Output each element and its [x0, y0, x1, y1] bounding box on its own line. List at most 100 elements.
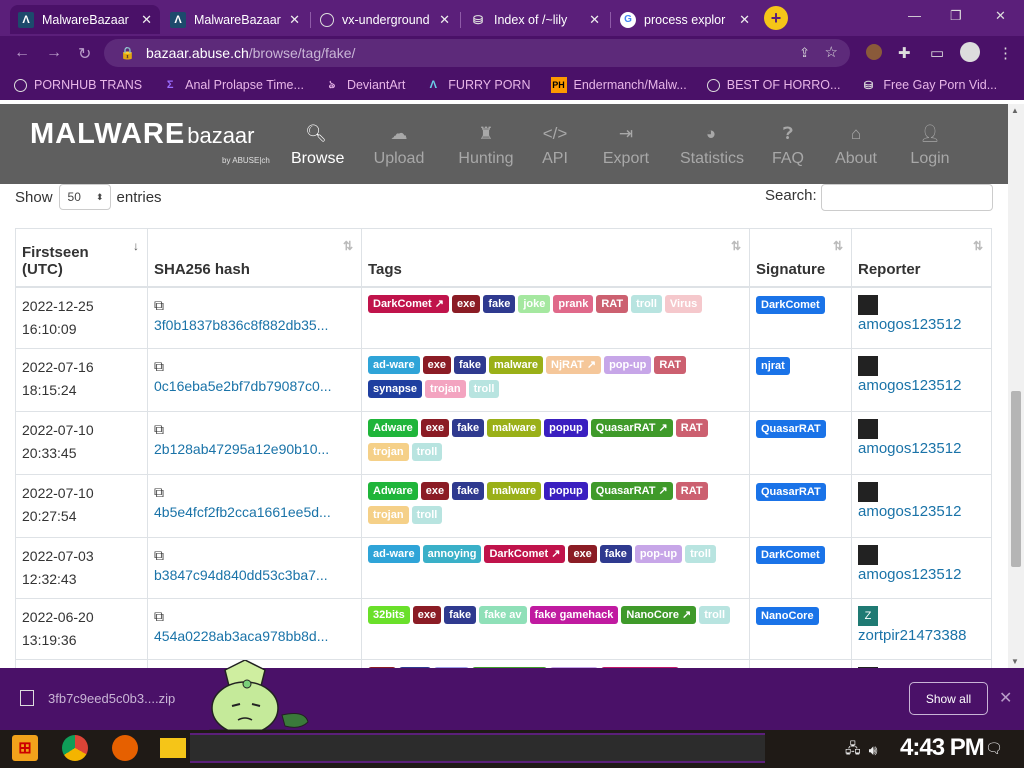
tag-badge[interactable]: RAT — [596, 294, 629, 313]
tag-badge[interactable]: DarkComet ↗ — [484, 544, 566, 563]
account-icon[interactable] — [960, 42, 980, 62]
tag-badge[interactable]: fake — [452, 418, 485, 437]
hash-link[interactable]: 4b5e4fcf2fb2cca1661ee5d... — [154, 502, 355, 522]
nav-browse[interactable]: 🔍︎ Browse — [291, 124, 344, 168]
close-icon[interactable]: ✕ — [589, 12, 600, 28]
star-icon[interactable]: ☆ — [825, 43, 838, 61]
tag-badge[interactable]: fake gamehack — [529, 605, 619, 624]
file-explorer-icon[interactable] — [160, 738, 186, 758]
taskbar-clock[interactable]: 4:43 PM — [900, 734, 985, 762]
reporter-link[interactable]: amogos123512 — [858, 439, 961, 456]
page-size-select[interactable]: 50 ⬍ — [58, 184, 111, 210]
close-icon[interactable]: ✕ — [739, 12, 750, 28]
tag-badge[interactable]: trojan — [368, 442, 409, 461]
avatar[interactable] — [858, 544, 878, 565]
chrome-icon[interactable] — [62, 735, 88, 761]
browser-tab-2[interactable]: vx-underground ✕ — [312, 5, 458, 34]
nav-about[interactable]: ⌂ About — [834, 124, 878, 168]
signature-badge[interactable]: DarkComet — [756, 295, 825, 314]
tag-badge[interactable]: fake — [599, 544, 632, 563]
tag-badge[interactable]: exe — [568, 544, 597, 563]
close-icon[interactable]: ✕ — [999, 688, 1012, 708]
column-header-reporter[interactable]: Reporter ⇅ — [851, 228, 992, 288]
avatar[interactable] — [858, 481, 878, 502]
signature-badge[interactable]: QuasarRAT — [756, 419, 826, 438]
start-button[interactable]: ⊞ — [12, 735, 38, 761]
copy-icon[interactable]: ⧉ — [154, 356, 355, 376]
copy-icon[interactable]: ⧉ — [154, 419, 355, 439]
avatar[interactable]: Z — [858, 605, 878, 626]
browser-tab-3[interactable]: ⛁ Index of /~lily ✕ — [462, 5, 608, 34]
tag-badge[interactable]: ad-ware — [368, 544, 420, 563]
browser-tab-0[interactable]: Λ MalwareBazaar ✕ — [10, 5, 160, 34]
tag-badge[interactable]: fake — [444, 605, 477, 624]
hash-link[interactable]: 0c16eba5e2bf7db79087c0... — [154, 376, 355, 396]
hash-link[interactable]: 2b128ab47295a12e90b10... — [154, 439, 355, 459]
tag-badge[interactable]: RAT — [654, 355, 687, 374]
tag-badge[interactable]: popup — [544, 418, 588, 437]
tag-badge[interactable]: RAT — [675, 481, 708, 500]
nav-export[interactable]: ⇥ Export — [602, 124, 650, 168]
tag-badge[interactable]: QuasarRAT ↗ — [590, 481, 673, 500]
profile-extension-icon[interactable] — [866, 44, 882, 60]
bookmark-1[interactable]: Σ Anal Prolapse Time... — [162, 77, 304, 93]
signature-badge[interactable]: DarkComet — [756, 545, 825, 564]
tag-badge[interactable]: Adware — [368, 481, 418, 500]
copy-icon[interactable]: ⧉ — [154, 482, 355, 502]
tag-badge[interactable]: exe — [420, 481, 450, 500]
hash-link[interactable]: 454a0228ab3aca978bb8d... — [154, 626, 355, 646]
tag-badge[interactable]: joke — [518, 294, 551, 313]
tag-badge[interactable]: RAT — [675, 418, 708, 437]
copy-icon[interactable]: ⧉ — [154, 606, 355, 626]
volume-icon[interactable]: 🔊︎ — [869, 742, 878, 759]
bookmark-0[interactable]: PORNHUB TRANS — [14, 78, 142, 92]
tag-badge[interactable]: pop-up — [634, 544, 683, 563]
reporter-link[interactable]: amogos123512 — [858, 376, 961, 393]
tag-badge[interactable]: 32bits — [368, 605, 410, 624]
scroll-down-icon[interactable]: ▼ — [1011, 657, 1019, 666]
close-icon[interactable]: ✕ — [439, 12, 450, 28]
column-header-signature[interactable]: Signature ⇅ — [749, 228, 852, 288]
tag-badge[interactable]: malware — [488, 355, 543, 374]
signature-badge[interactable]: QuasarRAT — [756, 482, 826, 501]
minimize-icon[interactable]: — — [908, 8, 921, 23]
avatar[interactable] — [858, 418, 878, 439]
tag-badge[interactable]: prank — [553, 294, 594, 313]
nav-upload[interactable]: ☁ Upload — [373, 124, 425, 168]
avatar[interactable] — [858, 294, 878, 315]
tag-badge[interactable]: NanoCore ↗ — [621, 605, 697, 624]
share-icon[interactable]: ⇪ — [799, 45, 810, 61]
site-logo[interactable]: MALWAREbazaar by ABUSE|ch — [30, 118, 270, 165]
nav-api[interactable]: </> API — [540, 124, 570, 168]
puzzle-icon[interactable]: ✚ — [898, 44, 911, 62]
tag-badge[interactable]: fake av — [479, 605, 527, 624]
nav-faq[interactable]: ❓︎ FAQ — [771, 124, 805, 168]
close-icon[interactable]: ✕ — [141, 12, 152, 28]
reload-icon[interactable]: ↻ — [78, 44, 91, 64]
column-header-sha256[interactable]: SHA256 hash ⇅ — [147, 228, 362, 288]
reporter-link[interactable]: amogos123512 — [858, 315, 961, 332]
notifications-icon[interactable]: 🗨 — [985, 740, 1003, 757]
hash-link[interactable]: b3847c94d840dd53c3ba7... — [154, 565, 355, 585]
tag-badge[interactable]: NjRAT ↗ — [546, 355, 602, 374]
nav-login[interactable]: 👤︎ Login — [909, 124, 951, 168]
show-all-button[interactable]: Show all — [909, 682, 988, 715]
tag-badge[interactable]: trojan — [368, 505, 409, 524]
signature-badge[interactable]: NanoCore — [756, 606, 819, 625]
nav-hunting[interactable]: ♜ Hunting — [457, 124, 515, 168]
restore-icon[interactable]: ❐ — [950, 8, 962, 24]
bookmark-6[interactable]: ⛁ Free Gay Porn Vid... — [860, 77, 997, 93]
tag-badge[interactable]: exe — [451, 294, 481, 313]
nav-statistics[interactable]: ◕ Statistics — [680, 124, 744, 168]
back-icon[interactable]: ← — [14, 44, 30, 62]
reporter-link[interactable]: amogos123512 — [858, 565, 961, 582]
bookmark-3[interactable]: Λ FURRY PORN — [425, 77, 531, 93]
tag-badge[interactable]: troll — [468, 379, 500, 398]
tag-badge[interactable]: fake — [452, 481, 485, 500]
address-bar[interactable]: 🔒 bazaar.abuse.ch/browse/tag/fake/ ⇪ ☆ — [104, 39, 850, 67]
copy-icon[interactable]: ⧉ — [154, 295, 355, 315]
sidebar-icon[interactable]: ▭ — [930, 44, 944, 62]
tag-badge[interactable]: trojan — [425, 379, 466, 398]
tag-badge[interactable]: troll — [411, 442, 443, 461]
tag-badge[interactable]: troll — [411, 505, 443, 524]
